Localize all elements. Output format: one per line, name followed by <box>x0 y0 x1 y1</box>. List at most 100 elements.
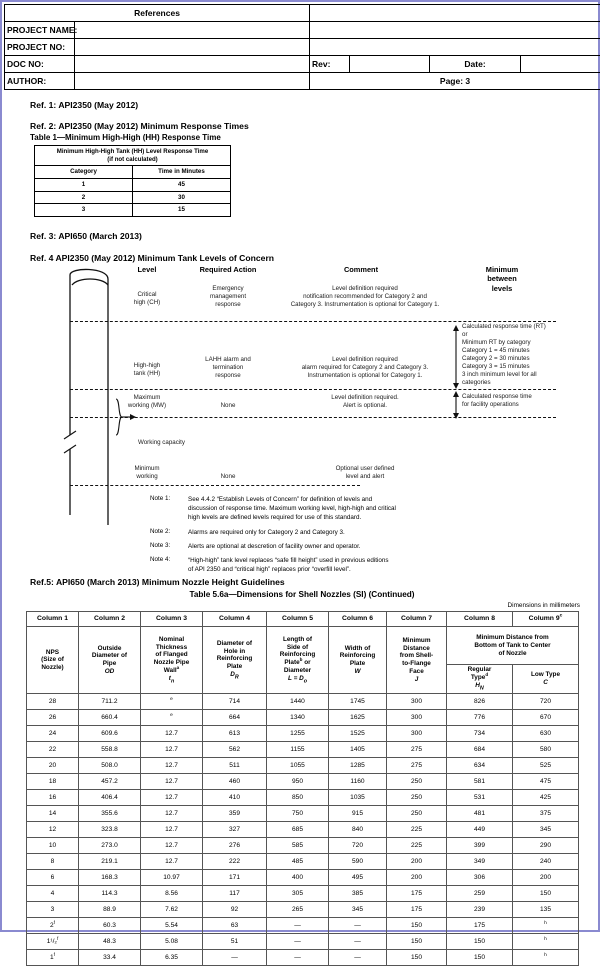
cell-j: 200 <box>386 853 447 871</box>
date-label: Date: <box>429 55 522 73</box>
table-row: 24 609.6 12.7 613 1255 1525 300 734 630 <box>26 725 579 743</box>
cell-dr: 511 <box>202 757 267 775</box>
cell-nps: 2f <box>26 917 79 935</box>
cell-regular-type: 734 <box>446 725 513 743</box>
header-nps: NPS (Size of Nozzle) <box>26 626 79 695</box>
cell-time: 45 <box>132 177 231 192</box>
cell-low-type: 670 <box>512 709 579 727</box>
project-name-field[interactable] <box>73 21 311 39</box>
cell-dr: 117 <box>202 885 267 903</box>
cell-time: 15 <box>132 203 231 218</box>
cell-category: 3 <box>34 203 133 218</box>
level-minimum-working: Minimum working <box>134 465 160 481</box>
note-2-text: Alarms are required only for Category 2 … <box>188 529 345 537</box>
cell-length: 750 <box>266 805 329 823</box>
rev-field[interactable] <box>349 55 431 73</box>
cell-regular-type: 150 <box>446 933 513 951</box>
cell-nps: 28 <box>26 693 79 711</box>
cell-low-type: 720 <box>512 693 579 711</box>
cell-od: 558.8 <box>78 741 141 759</box>
cell-nps: 8 <box>26 853 79 871</box>
cell-low-type: 200 <box>512 869 579 887</box>
note-1-text: See 4.4.2 “Establish Levels of Concern” … <box>188 496 396 522</box>
author-field[interactable] <box>73 72 311 90</box>
working-capacity-label: Working capacity <box>138 439 185 447</box>
level-line-critical-high <box>70 321 556 323</box>
cell-j: 225 <box>386 837 447 855</box>
title-block: References PROJECT NAME: PROJECT NO: DOC… <box>3 4 600 90</box>
cell-width: 1625 <box>328 709 387 727</box>
cell-width: 720 <box>328 837 387 855</box>
cell-tn: 6.35 <box>140 949 203 966</box>
cell-length: 685 <box>266 821 329 839</box>
cell-dr: 222 <box>202 853 267 871</box>
cell-low-type: 240 <box>512 853 579 871</box>
cell-length: 1440 <box>266 693 329 711</box>
symbol-w: W <box>354 668 361 676</box>
response-col-time: Time in Minutes <box>132 165 231 179</box>
header-outside-diameter: Outside Diameter of Pipe OD <box>78 626 141 695</box>
table-row: 10 273.0 12.7 276 585 720 225 399 290 <box>26 837 579 855</box>
cell-nps: 3 <box>26 901 79 919</box>
cell-j: 250 <box>386 789 447 807</box>
table-row: 1¹/₂f 48.3 5.08 51— —150 150 h <box>26 933 579 951</box>
cell-low-type: h <box>512 917 579 935</box>
cell-tn: e <box>140 693 203 711</box>
cell-j: 150 <box>386 917 447 935</box>
cell-od: 114.3 <box>78 885 141 903</box>
level-critical-high: Critical high (CH) <box>133 291 161 307</box>
cell-tn: 12.7 <box>140 741 203 759</box>
cell-dr: 562 <box>202 741 267 759</box>
date-field[interactable] <box>520 55 600 73</box>
cell-width: — <box>328 933 387 951</box>
cell-low-type: 580 <box>512 741 579 759</box>
cell-length: 1340 <box>266 709 329 727</box>
ref4-heading: Ref. 4 API2350 (May 2012) Minimum Tank L… <box>30 253 275 264</box>
note-1-label: Note 1: <box>150 495 171 503</box>
note-4-label: Note 4: <box>150 556 171 564</box>
cell-width: — <box>328 949 387 966</box>
ref2-heading: Ref. 2: API2350 (May 2012) Minimum Respo… <box>30 121 249 131</box>
doc-no-field[interactable] <box>73 55 311 73</box>
footnote-marker: f <box>56 937 59 943</box>
cell-j: 150 <box>386 933 447 951</box>
cell-od: 273.0 <box>78 837 141 855</box>
cell-length: 1255 <box>266 725 329 743</box>
cell-tn: 12.7 <box>140 837 203 855</box>
footnote-marker: f <box>53 921 55 927</box>
minimum-between-block-2: Calculated response time for facility op… <box>462 393 532 409</box>
nozzle-table-body: 28 711.2 e 714 1440 1745 300 826 720 26 660.4 e 664 1… <box>26 693 579 966</box>
project-name-label: PROJECT NAME: <box>4 21 77 39</box>
cell-od: 60.3 <box>78 917 141 935</box>
cell-dr: 63 <box>202 917 267 935</box>
cell-dr: 359 <box>202 805 267 823</box>
cell-length: 485 <box>266 853 329 871</box>
project-no-field[interactable] <box>73 38 311 56</box>
cell-dr: 664 <box>202 709 267 727</box>
cell-dr: 460 <box>202 773 267 791</box>
cell-j: 225 <box>386 821 447 839</box>
header-right-blank-2 <box>309 21 600 39</box>
table-row: 3 15 <box>34 203 231 218</box>
level-maximum-working: Maximum working (MW) <box>127 394 167 410</box>
cell-j: 275 <box>386 741 447 759</box>
colnum-3: Column 3 <box>140 611 203 628</box>
cell-regular-type: 581 <box>446 773 513 791</box>
header-minimum-distance-shell-to-flange: Minimum Distance from Shell- to-Flange F… <box>386 626 447 695</box>
cell-dr: 327 <box>202 821 267 839</box>
cell-j: 250 <box>386 805 447 823</box>
cell-tn: 12.7 <box>140 757 203 775</box>
footnote-marker: h <box>544 937 547 943</box>
cell-j: 150 <box>386 949 447 966</box>
table-row: 18 457.2 12.7 460 950 1160 250 581 475 <box>26 773 579 791</box>
shell-nozzle-dimensions-table: Column 1 Column 2 Column 3 Column 4 Colu… <box>26 611 579 966</box>
action-critical-high: Emergency management response <box>209 285 247 309</box>
cell-tn: 8.56 <box>140 885 203 903</box>
cell-regular-type: 175 <box>446 917 513 935</box>
colnum-4: Column 4 <box>202 611 267 628</box>
cell-length: — <box>266 917 329 935</box>
cell-regular-type: 150 <box>446 949 513 966</box>
cell-j: 275 <box>386 757 447 775</box>
cell-tn: 12.7 <box>140 821 203 839</box>
comment-minimum-working: Optional user defined level and alert <box>335 465 395 481</box>
